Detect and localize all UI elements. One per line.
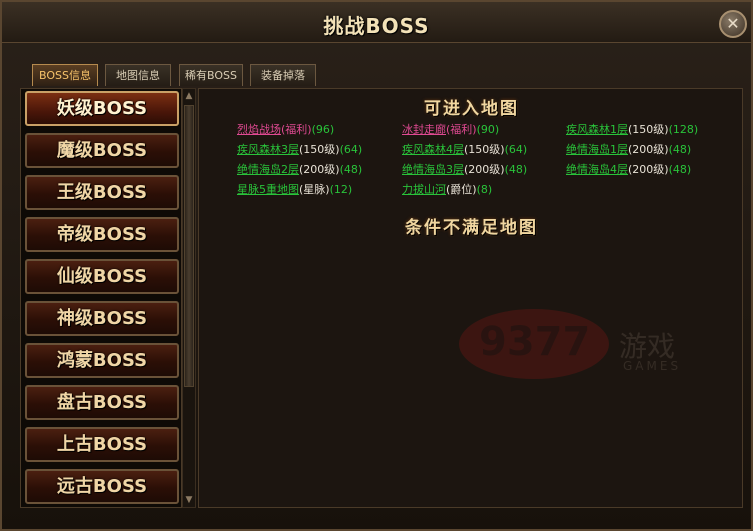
map-link[interactable]: 星脉5重地图 <box>237 183 299 196</box>
map-info-panel: 9377 游戏 GAMES 可进入地图 烈焰战场(福利)(96) 冰封走廊(福利… <box>198 88 743 508</box>
map-entry: 疾风森林3层(150级)(64) <box>237 143 363 156</box>
map-link[interactable]: 绝情海岛4层 <box>566 163 628 176</box>
map-entry: 疾风森林4层(150级)(64) <box>402 143 528 156</box>
map-link[interactable]: 疾风森林1层 <box>566 123 628 136</box>
watermark-logo: 9377 游戏 GAMES <box>459 309 719 389</box>
boss-level-yuangu[interactable]: 远古BOSS <box>25 469 179 504</box>
map-link[interactable]: 绝情海岛1层 <box>566 143 628 156</box>
map-entry: 绝情海岛1层(200级)(48) <box>566 143 692 156</box>
map-entry: 烈焰战场(福利)(96) <box>237 123 335 136</box>
challenge-boss-window: 挑战BOSS ✕ BOSS信息 地图信息 稀有BOSS 装备掉落 妖级BOSS … <box>0 0 753 531</box>
boss-level-yao[interactable]: 妖级BOSS <box>25 91 179 126</box>
boss-level-shen[interactable]: 神级BOSS <box>25 301 179 336</box>
map-entry: 星脉5重地图(星脉)(12) <box>237 183 353 196</box>
map-entry: 力拔山河(爵位)(8) <box>402 183 493 196</box>
boss-level-xian[interactable]: 仙级BOSS <box>25 259 179 294</box>
boss-level-shanggu[interactable]: 上古BOSS <box>25 427 179 462</box>
title-bar[interactable]: 挑战BOSS ✕ <box>2 2 751 43</box>
accessible-maps-title: 可进入地图 <box>424 99 519 119</box>
scroll-thumb[interactable] <box>184 105 194 387</box>
tab-rare-boss[interactable]: 稀有BOSS <box>179 64 243 86</box>
boss-level-hongmeng[interactable]: 鸿蒙BOSS <box>25 343 179 378</box>
window-title: 挑战BOSS <box>323 14 430 38</box>
map-link[interactable]: 绝情海岛2层 <box>237 163 299 176</box>
map-link[interactable]: 疾风森林3层 <box>237 143 299 156</box>
boss-list-scrollbar[interactable]: ▲ ▼ <box>182 88 196 508</box>
boss-level-mo[interactable]: 魔级BOSS <box>25 133 179 168</box>
map-entry: 疾风森林1层(150级)(128) <box>566 123 699 136</box>
close-icon: ✕ <box>726 14 740 33</box>
map-link[interactable]: 冰封走廊 <box>402 123 446 136</box>
map-entry: 绝情海岛2层(200级)(48) <box>237 163 363 176</box>
scroll-down-arrow[interactable]: ▼ <box>183 493 195 507</box>
map-entry: 冰封走廊(福利)(90) <box>402 123 500 136</box>
map-link[interactable]: 烈焰战场 <box>237 123 281 136</box>
map-link[interactable]: 疾风森林4层 <box>402 143 464 156</box>
boss-level-wang[interactable]: 王级BOSS <box>25 175 179 210</box>
close-button[interactable]: ✕ <box>719 10 747 38</box>
scroll-up-arrow[interactable]: ▲ <box>183 89 195 103</box>
map-entry: 绝情海岛4层(200级)(48) <box>566 163 692 176</box>
map-link[interactable]: 绝情海岛3层 <box>402 163 464 176</box>
tab-equipment-drop[interactable]: 装备掉落 <box>250 64 316 86</box>
unavailable-maps-title: 条件不满足地图 <box>405 218 538 238</box>
boss-level-di[interactable]: 帝级BOSS <box>25 217 179 252</box>
tab-map-info[interactable]: 地图信息 <box>105 64 171 86</box>
map-link[interactable]: 力拔山河 <box>402 183 446 196</box>
boss-level-pangu[interactable]: 盘古BOSS <box>25 385 179 420</box>
boss-level-list: 妖级BOSS 魔级BOSS 王级BOSS 帝级BOSS 仙级BOSS 神级BOS… <box>20 88 182 508</box>
tab-boss-info[interactable]: BOSS信息 <box>32 64 98 86</box>
map-entry: 绝情海岛3层(200级)(48) <box>402 163 528 176</box>
